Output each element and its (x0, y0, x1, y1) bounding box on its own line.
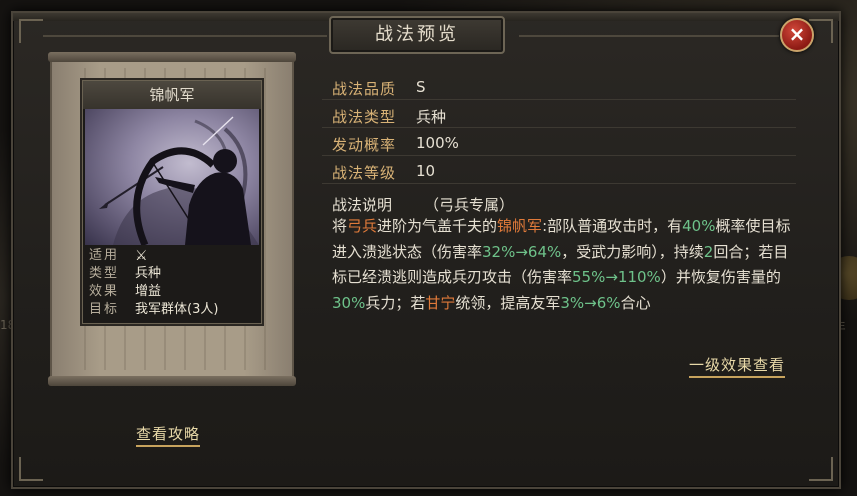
description-segment: 55%→110% (572, 268, 661, 286)
close-button[interactable]: × (780, 18, 814, 52)
title-divider-right (519, 35, 779, 37)
description-segment: ）并恢复伤害量的 (660, 268, 781, 286)
description-segment: 32%→64% (482, 242, 562, 261)
description-segment: 3%→6% (560, 293, 621, 312)
info-value: 我军群体(3人) (135, 302, 219, 317)
description-text: 将弓兵进阶为气盖千夫的锦帆军:部队普通攻击时，有40%概率使目标进入溃逃状态（伤… (332, 214, 802, 316)
info-row-type: 类型 兵种 (85, 265, 259, 283)
description-segment: ，受武力影响），持续 (561, 242, 704, 261)
description-segment: 统领，提高友军 (455, 293, 561, 312)
info-value: ⚔ (135, 247, 148, 266)
info-key: 目标 (89, 302, 120, 317)
info-value: 兵种 (135, 266, 162, 281)
corner-ornament (809, 457, 833, 481)
description-segment: 合心 (620, 293, 651, 312)
scroll-roll-top (48, 52, 296, 62)
info-row-target: 目标 我军群体(3人) (85, 301, 259, 319)
info-row-applies: 适用 ⚔ (85, 247, 259, 265)
archer-illustration (85, 109, 259, 245)
description-segment: :部队普通攻击时，有 (542, 217, 683, 235)
property-value-quality: S (416, 78, 426, 96)
info-key: 类型 (89, 266, 120, 281)
tactic-card: 锦帆军 适用 ⚔ 类型 兵种 效果 增益 目标 我军群体(3人) (82, 80, 262, 324)
description-segment: 40% (682, 217, 716, 235)
info-value: 增益 (135, 284, 162, 299)
description-segment: 弓兵 (347, 217, 378, 235)
info-key: 适用 (89, 248, 120, 263)
tactic-card-info: 适用 ⚔ 类型 兵种 效果 增益 目标 我军群体(3人) (85, 247, 259, 321)
row-divider (322, 183, 796, 184)
description-segment: 进阶为气盖千夫的 (377, 217, 498, 235)
crossed-swords-icon: ⚔ (135, 248, 148, 264)
corner-ornament (19, 19, 43, 43)
description-segment: 2 (703, 242, 714, 261)
description-segment: 将 (332, 217, 348, 235)
description-label: 战法说明 (332, 196, 393, 214)
view-guide-button[interactable]: 查看攻略 (136, 423, 201, 447)
description-segment: 兵力；若 (365, 293, 426, 312)
description-segment: 甘宁 (425, 293, 456, 312)
title-divider-left (43, 35, 327, 37)
view-level-one-effect-button[interactable]: 一级效果查看 (689, 354, 786, 378)
property-value-type: 兵种 (416, 108, 447, 126)
description-segment: 锦帆军 (497, 217, 543, 235)
corner-ornament (19, 457, 43, 481)
property-value-trigger-rate: 100% (416, 134, 459, 152)
property-value-level: 10 (416, 162, 436, 180)
row-divider (322, 127, 796, 128)
tactic-card-name: 锦帆军 (83, 81, 261, 109)
info-row-effect: 效果 增益 (85, 283, 259, 301)
property-key-level: 战法等级 (332, 164, 397, 182)
row-divider (322, 155, 796, 156)
description-subtitle: （弓兵专属） (424, 196, 515, 214)
row-divider (322, 99, 796, 100)
info-key: 效果 (89, 284, 120, 299)
property-key-type: 战法类型 (332, 108, 397, 126)
property-key-quality: 战法品质 (332, 80, 397, 98)
dialog-title: 战法预览 (329, 16, 505, 54)
scroll-roll-bottom (48, 376, 296, 386)
description-segment: 30% (332, 293, 366, 312)
property-key-trigger-rate: 发动概率 (332, 136, 397, 154)
